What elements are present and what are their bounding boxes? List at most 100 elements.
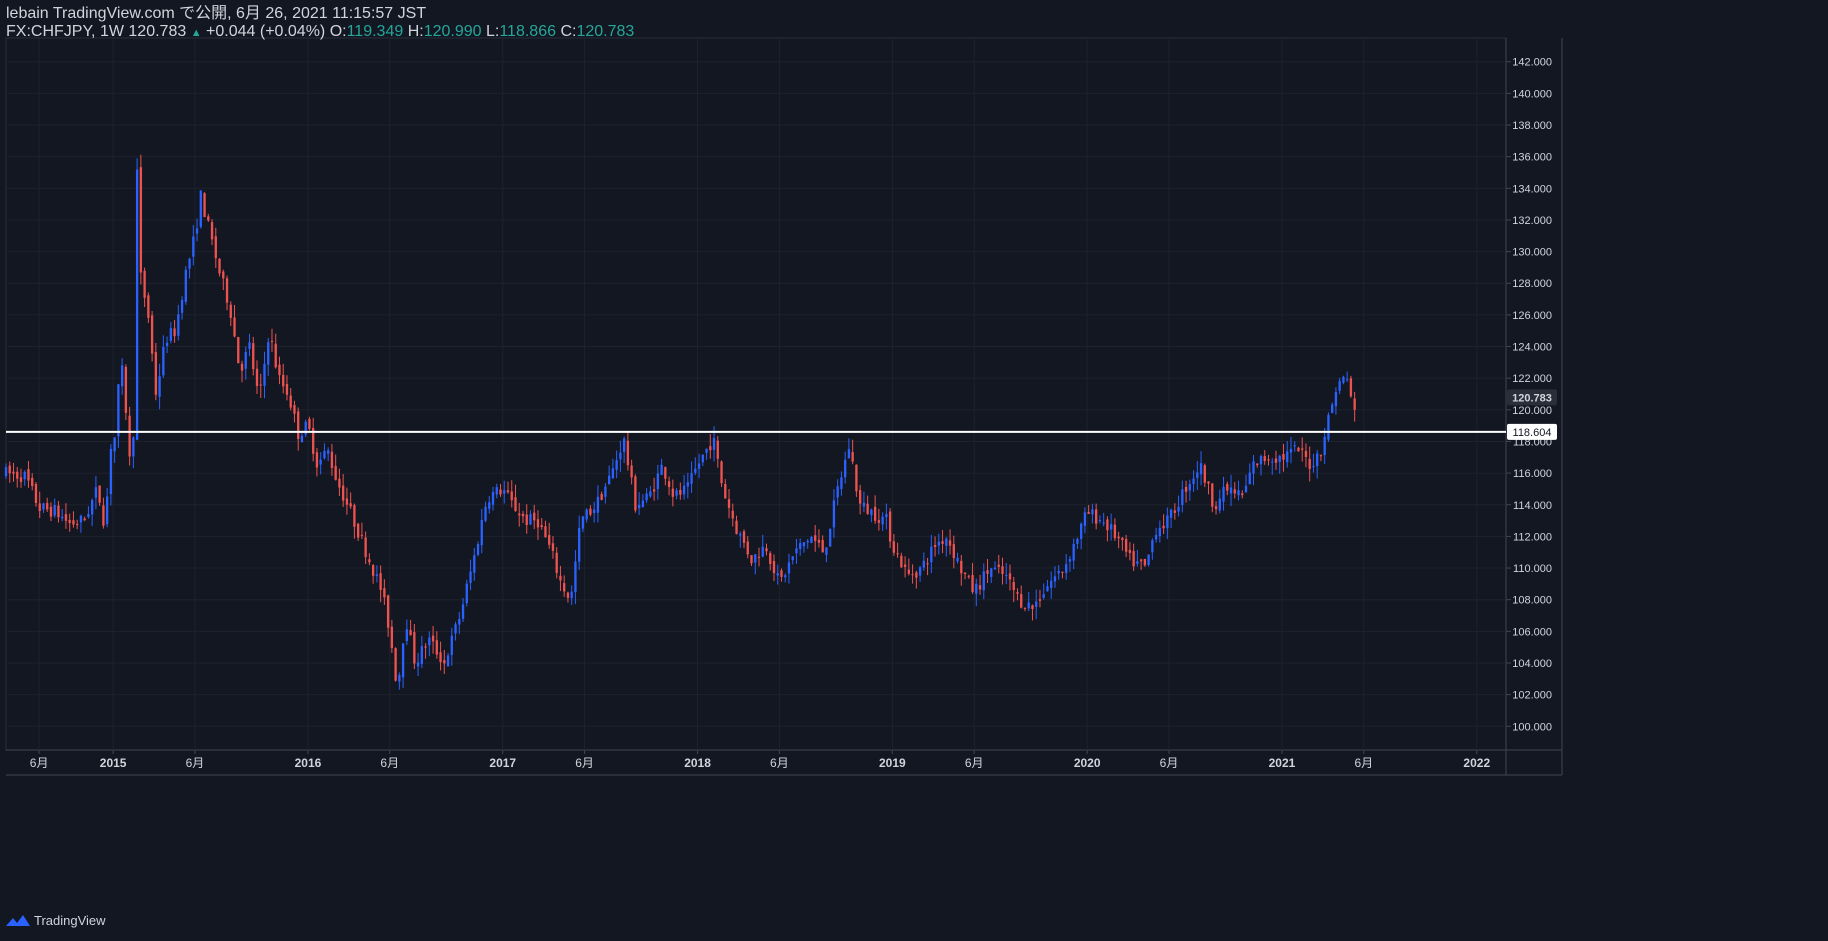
candle xyxy=(319,452,322,475)
candle-body xyxy=(888,511,892,542)
candle xyxy=(1068,556,1072,572)
candle xyxy=(150,310,154,362)
time-tick-label: 2016 xyxy=(295,756,322,770)
candle xyxy=(907,558,911,576)
candle xyxy=(761,534,764,558)
candle xyxy=(46,497,49,512)
candle xyxy=(435,631,438,659)
time-tick-label: 6月 xyxy=(1354,756,1373,770)
candle-body xyxy=(799,543,802,549)
candle xyxy=(795,539,798,564)
candle-body xyxy=(461,604,465,619)
price-tick-label: 106.000 xyxy=(1512,626,1552,638)
time-tick-label: 6月 xyxy=(965,756,984,770)
candle xyxy=(518,502,521,527)
candle xyxy=(1094,503,1098,530)
candle xyxy=(930,534,933,574)
candle xyxy=(34,482,38,507)
price-tick-label: 134.000 xyxy=(1512,183,1552,195)
price-axis[interactable]: 100.000 102.000 104.000 106.000 108.000 110.0… xyxy=(1506,57,1557,734)
candle-body xyxy=(637,504,641,509)
candle-body xyxy=(1001,566,1004,575)
candle-body xyxy=(353,505,356,527)
candle-body xyxy=(285,383,289,395)
candle-body xyxy=(697,463,701,469)
candle xyxy=(1229,474,1233,507)
time-tick-label: 2017 xyxy=(489,756,516,770)
candle xyxy=(16,466,19,488)
candle-body xyxy=(79,515,83,523)
candle-body xyxy=(1035,601,1038,607)
candle-body xyxy=(641,500,645,508)
high-label: H: xyxy=(407,23,424,40)
candle xyxy=(1050,571,1053,599)
candle-body xyxy=(1211,483,1214,507)
candle xyxy=(210,219,214,246)
open-value: 119.349 xyxy=(346,23,404,40)
candle-body xyxy=(338,478,341,488)
candle-body xyxy=(1293,445,1296,447)
candle-body xyxy=(607,475,611,485)
price-tick-label: 124.000 xyxy=(1512,342,1552,354)
candle xyxy=(293,400,296,423)
time-tick-label: 2019 xyxy=(879,756,906,770)
candle-body xyxy=(795,548,798,554)
candle xyxy=(1177,495,1180,517)
candle xyxy=(416,652,420,677)
candle-body xyxy=(780,570,783,577)
candle xyxy=(1143,558,1147,567)
brand-footer[interactable]: TradingView xyxy=(6,913,106,928)
candle-body xyxy=(525,514,528,526)
candle xyxy=(1072,538,1075,570)
candle-body xyxy=(514,497,517,512)
candle xyxy=(8,461,11,483)
candle-body xyxy=(1349,378,1353,397)
candle xyxy=(926,557,929,576)
candle-body xyxy=(214,236,217,259)
time-axis[interactable]: 6月 2015 6月 2016 6月 2017 6月 2018 6月 2019 6月 2020 6月 20… xyxy=(30,750,1491,770)
candle xyxy=(1169,508,1173,528)
candle xyxy=(510,480,513,508)
candle xyxy=(903,556,907,578)
candle-body xyxy=(1218,498,1221,511)
price-chart[interactable]: 100.000 102.000 104.000 106.000 108.000 110.0… xyxy=(0,0,1828,941)
time-tick-label: 2020 xyxy=(1074,756,1101,770)
candle xyxy=(1214,501,1218,515)
candle xyxy=(225,275,229,311)
candle-body xyxy=(978,585,982,590)
candle xyxy=(697,453,701,479)
candle-body xyxy=(1072,543,1075,561)
candle xyxy=(918,565,922,582)
candle-body xyxy=(1139,559,1143,562)
candle xyxy=(398,672,401,690)
candle-body xyxy=(671,488,674,497)
symbol-label: FX:CHFJPY, 1W xyxy=(6,23,124,40)
candle xyxy=(622,436,626,464)
candle xyxy=(1136,549,1139,567)
candle-body xyxy=(1274,458,1278,463)
candle xyxy=(791,556,794,565)
candle xyxy=(1098,515,1102,524)
candle-body xyxy=(1005,574,1008,576)
candle-body xyxy=(42,503,45,510)
low-label: L: xyxy=(486,23,500,40)
candle-body xyxy=(506,490,510,493)
candle xyxy=(233,304,236,338)
candle xyxy=(244,346,247,380)
candle-body xyxy=(1065,564,1068,573)
candle xyxy=(963,572,967,580)
candle xyxy=(315,448,319,477)
candle xyxy=(1117,531,1120,549)
candle xyxy=(1286,441,1289,468)
candle-body xyxy=(94,487,98,498)
candle-body xyxy=(282,374,285,387)
candle-body xyxy=(1192,478,1195,485)
candle-body xyxy=(1023,607,1027,609)
candle xyxy=(203,192,206,218)
candle-body xyxy=(1331,404,1334,413)
open-label: O: xyxy=(329,23,347,40)
candle-body xyxy=(368,559,371,563)
candle-body xyxy=(832,500,836,528)
candle xyxy=(1304,443,1308,468)
candle-body xyxy=(825,547,828,555)
